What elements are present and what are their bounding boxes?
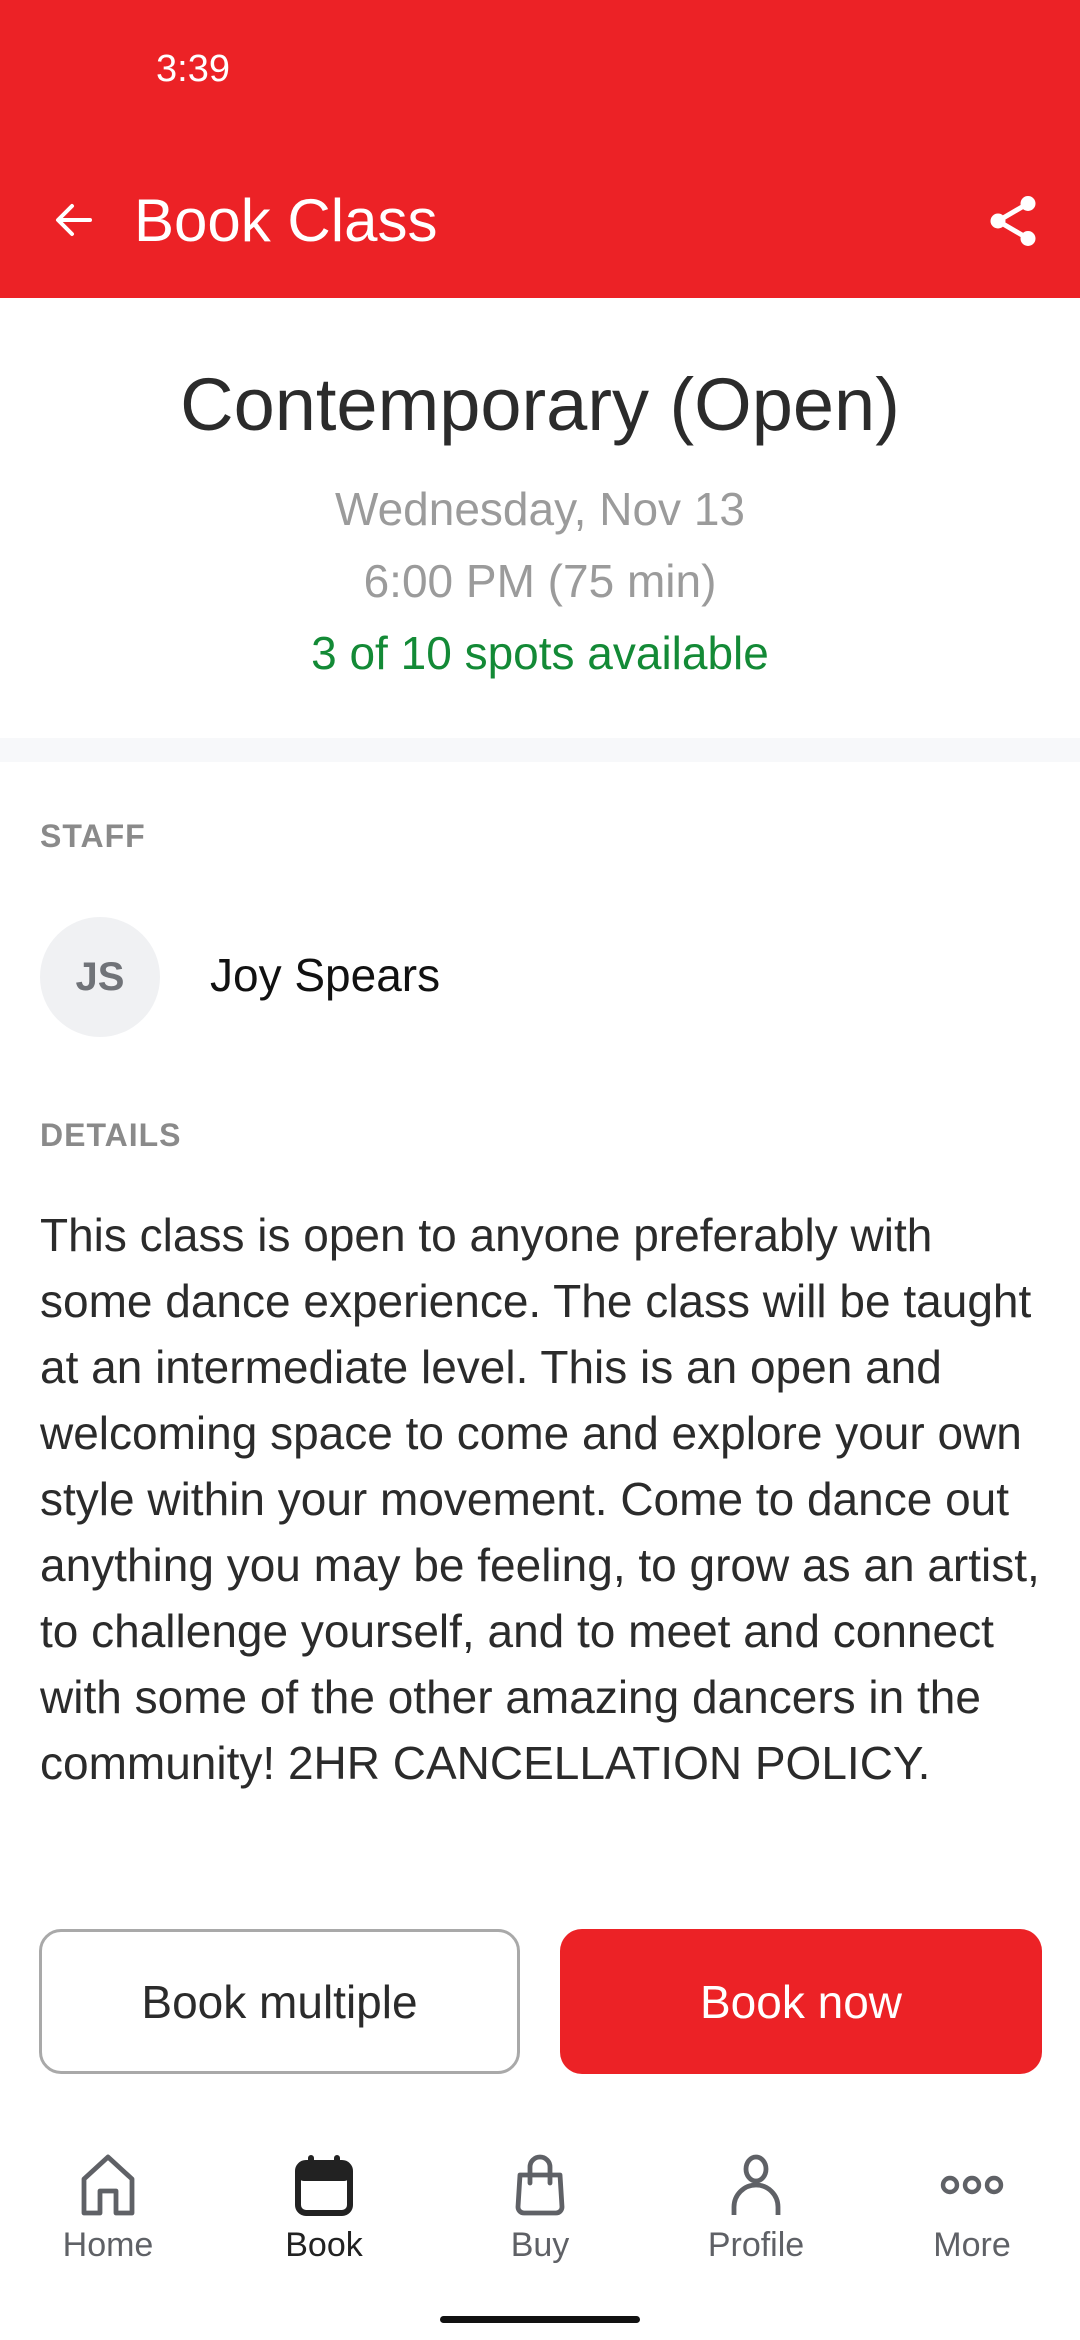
nav-label-book: Book <box>285 2226 363 2264</box>
details-section-label: DETAILS <box>40 1117 182 1153</box>
home-icon <box>81 2154 135 2216</box>
nav-item-home[interactable]: Home <box>0 2150 216 2270</box>
home-indicator[interactable] <box>440 2316 640 2323</box>
spots-available: 3 of 10 spots available <box>311 627 769 679</box>
section-divider <box>0 738 1080 762</box>
nav-item-buy[interactable]: Buy <box>432 2150 648 2270</box>
class-title: Contemporary (Open) <box>180 363 900 446</box>
back-button[interactable] <box>44 190 104 250</box>
book-multiple-button[interactable]: Book multiple <box>39 1929 520 2074</box>
top-app-bar: 3:39 Book Class <box>0 0 1080 298</box>
staff-name[interactable]: Joy Spears <box>210 948 440 1002</box>
page-title: Book Class <box>134 187 438 254</box>
nav-item-profile[interactable]: Profile <box>648 2150 864 2270</box>
status-bar-time: 3:39 <box>156 48 230 90</box>
arrow-left-icon <box>56 204 92 236</box>
nav-item-more[interactable]: More <box>864 2150 1080 2270</box>
nav-item-book[interactable]: Book <box>216 2150 432 2270</box>
nav-label-profile: Profile <box>707 2226 805 2264</box>
book-now-button[interactable]: Book now <box>560 1929 1042 2074</box>
more-dots-icon <box>940 2175 1004 2195</box>
nav-label-more: More <box>933 2226 1011 2264</box>
share-icon <box>990 196 1036 246</box>
nav-label-home: Home <box>62 2226 154 2264</box>
class-description: This class is open to anyone preferably … <box>40 1209 1040 1789</box>
calendar-icon <box>295 2155 353 2216</box>
class-date: Wednesday, Nov 13 <box>335 483 745 535</box>
nav-label-buy: Buy <box>510 2226 570 2264</box>
person-icon <box>731 2154 781 2215</box>
class-time: 6:00 PM (75 min) <box>363 555 717 607</box>
share-button[interactable] <box>980 188 1046 254</box>
shopping-bag-icon <box>515 2154 565 2216</box>
staff-avatar[interactable]: JS <box>40 917 160 1037</box>
staff-section-label: STAFF <box>40 818 146 854</box>
bottom-navigation: Home Book Buy Profile More <box>0 2150 1080 2270</box>
